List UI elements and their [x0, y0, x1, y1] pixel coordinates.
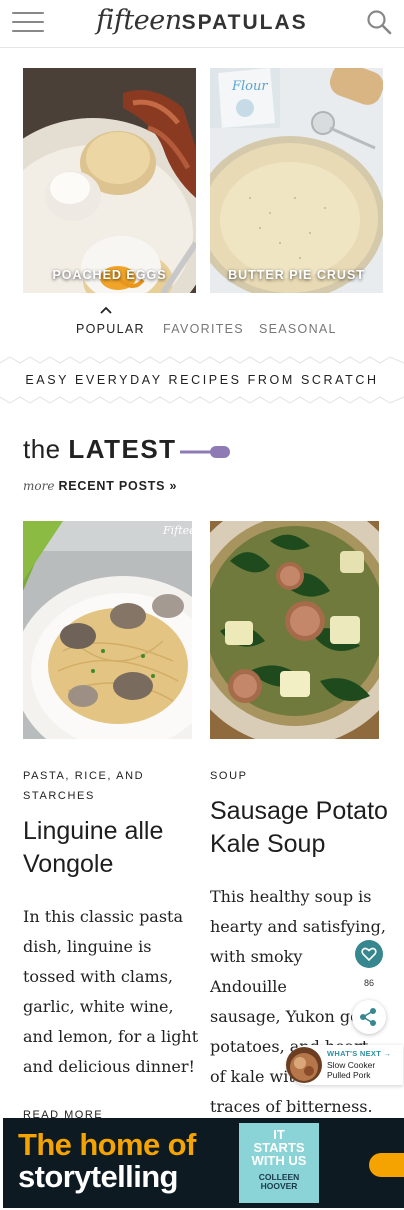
featured-label: POACHED EGGS: [52, 268, 167, 282]
featured-card-poached-eggs[interactable]: POACHED EGGS: [23, 68, 196, 293]
whats-next-label: WHAT'S NEXT →: [327, 1049, 392, 1058]
ad-book-cover: IT STARTS WITH US COLLEEN HOOVER: [239, 1123, 319, 1203]
post-title-line: Linguine alle: [23, 817, 164, 845]
ad-headline-line2: storytelling: [18, 1159, 178, 1194]
ad-headline-line1: The home of: [18, 1127, 196, 1162]
more-recent-posts-link[interactable]: more RECENT POSTS »: [23, 479, 177, 493]
excerpt-line: dish, linguine is: [23, 937, 152, 956]
excerpt-line: and lemon, for a light: [23, 1027, 199, 1046]
post-title-line: Kale Soup: [210, 830, 326, 858]
excerpt-line: and delicious dinner!: [23, 1057, 195, 1076]
share-button[interactable]: [352, 1000, 386, 1034]
site-header: fifteenSPATULAS: [0, 0, 404, 48]
share-icon: [360, 1008, 376, 1026]
site-tagline: EASY EVERYDAY RECIPES FROM SCRATCH: [25, 373, 379, 387]
post-category-line: STARCHES: [23, 790, 95, 802]
poached-eggs-image: [23, 68, 196, 293]
search-icon[interactable]: [366, 9, 392, 35]
whats-next-title-line: Pulled Pork: [327, 1070, 371, 1080]
featured-label: BUTTER PIE CRUST: [228, 268, 365, 282]
post-image-sausage-soup[interactable]: [210, 521, 379, 739]
whats-next-title: Slow Cooker Pulled Pork: [327, 1060, 375, 1080]
post-excerpt: In this classic pasta dish, linguine is …: [23, 902, 198, 1082]
tab-seasonal[interactable]: SEASONAL: [259, 322, 337, 336]
svg-text:Flour: Flour: [231, 79, 268, 94]
post-image-linguine[interactable]: Fiftee: [23, 521, 192, 739]
chevron-up-icon[interactable]: [98, 305, 114, 315]
book-title-line: WITH US: [251, 1153, 307, 1168]
whats-next-widget[interactable]: WHAT'S NEXT → Slow Cooker Pulled Pork: [286, 1045, 403, 1085]
sausage-soup-photo: [210, 521, 379, 739]
book-author-line: HOOVER: [260, 1181, 298, 1191]
spatula-icon: [180, 446, 230, 458]
tab-popular[interactable]: POPULAR: [76, 322, 145, 336]
latest-heading-small: the: [23, 434, 61, 464]
post-category[interactable]: PASTA, RICE, AND STARCHES: [23, 766, 144, 806]
linguine-photo: Fiftee: [23, 521, 192, 739]
post-category-line: SOUP: [210, 770, 248, 782]
latest-heading-big: LATEST: [68, 434, 177, 464]
heart-icon: [361, 947, 377, 962]
post-category[interactable]: SOUP: [210, 766, 248, 786]
excerpt-line: hearty and satisfying,: [210, 917, 386, 936]
tab-favorites[interactable]: FAVORITES: [163, 322, 244, 336]
ad-banner[interactable]: The home of storytelling IT STARTS WITH …: [3, 1118, 404, 1208]
post-title-line: Vongole: [23, 850, 114, 878]
post-title-linguine[interactable]: Linguine alle Vongole: [23, 815, 163, 881]
more-label: more: [23, 479, 55, 493]
featured-card-butter-pie-crust[interactable]: Flour BUTTER PIE CRUST: [210, 68, 383, 293]
whats-next-thumbnail: [286, 1047, 322, 1083]
pie-crust-image: Flour: [210, 68, 383, 293]
recent-posts-label: RECENT POSTS »: [58, 479, 178, 493]
ad-cta-button[interactable]: [369, 1153, 404, 1177]
logo-caps-text: SPATULAS: [181, 11, 308, 34]
favorite-heart-button[interactable]: [355, 940, 383, 968]
site-logo[interactable]: fifteenSPATULAS: [0, 5, 404, 36]
whats-next-title-line: Slow Cooker: [327, 1060, 376, 1070]
book-title: IT STARTS WITH US: [239, 1128, 319, 1167]
excerpt-line: tossed with clams,: [23, 967, 173, 986]
excerpt-line: This healthy soup is: [210, 887, 372, 906]
post-title-line: Sausage Potato: [210, 797, 388, 825]
post-title-sausage-soup[interactable]: Sausage Potato Kale Soup: [210, 795, 388, 861]
excerpt-line: garlic, white wine,: [23, 997, 174, 1016]
book-author: COLLEEN HOOVER: [239, 1173, 319, 1191]
excerpt-line: In this classic pasta: [23, 907, 184, 926]
post-category-line: PASTA, RICE, AND: [23, 770, 145, 782]
latest-heading: the LATEST: [23, 434, 177, 465]
image-watermark: Fiftee: [162, 524, 192, 537]
featured-tabs: POPULAR FAVORITES SEASONAL: [0, 322, 404, 338]
share-count: 86: [355, 976, 383, 990]
logo-script-text: fifteen: [96, 5, 182, 36]
